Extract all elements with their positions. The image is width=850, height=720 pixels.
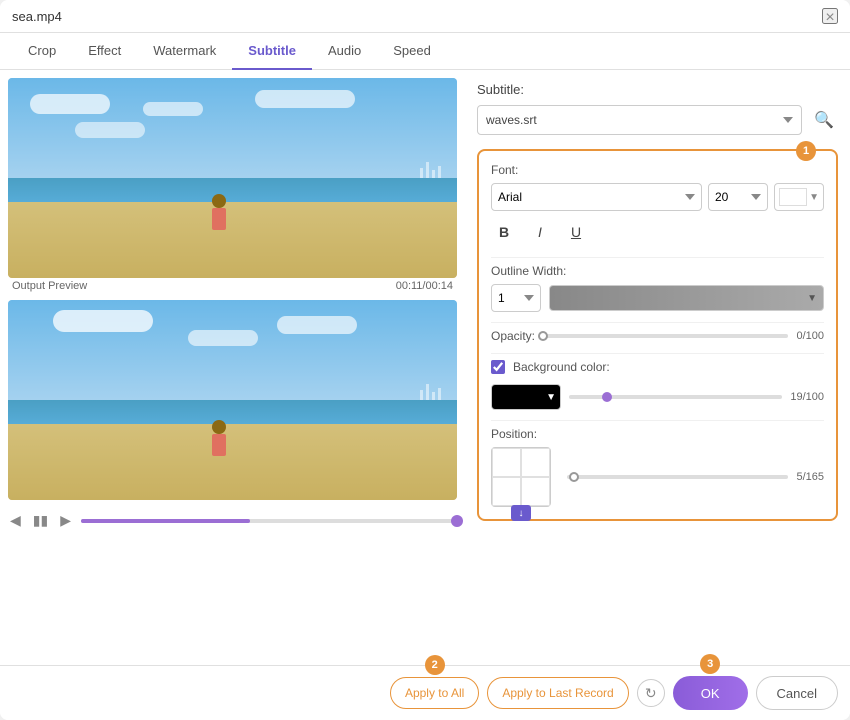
timeline-track[interactable]	[81, 519, 457, 523]
position-cell-br[interactable]	[521, 477, 550, 506]
video-preview-top: Output Preview 00:11/00:14	[8, 78, 457, 294]
settings-section: 1 Font: Arial 20 ▼	[477, 149, 838, 521]
tab-speed[interactable]: Speed	[377, 33, 447, 70]
output-preview-label: Output Preview	[12, 280, 87, 292]
underline-button[interactable]: U	[563, 219, 589, 245]
search-button[interactable]: 🔍	[810, 106, 838, 134]
outline-label: Outline Width:	[491, 264, 824, 278]
font-family-select[interactable]: Arial	[491, 183, 702, 211]
opacity-value: 0/100	[796, 330, 824, 342]
position-slider[interactable]	[567, 475, 788, 479]
tab-bar: Crop Effect Watermark Subtitle Audio Spe…	[0, 33, 850, 70]
timeline: ◀ ▮▮ ▶	[8, 506, 457, 535]
video-preview-bottom	[8, 300, 457, 500]
bg-opacity-slider[interactable]	[569, 395, 782, 399]
apply-to-last-record-button[interactable]: Apply to Last Record	[487, 677, 628, 709]
bottom-bar: 2 Apply to All Apply to Last Record ↻ 3 …	[0, 665, 850, 720]
outline-width-select[interactable]: 1	[491, 284, 541, 312]
refresh-button[interactable]: ↻	[637, 679, 665, 707]
bg-opacity-value: 19/100	[790, 391, 824, 403]
opacity-slider[interactable]	[543, 334, 788, 338]
tab-subtitle[interactable]: Subtitle	[232, 33, 312, 70]
position-cell-tr[interactable]	[521, 448, 550, 477]
font-label: Font:	[491, 163, 824, 177]
subtitle-file-select[interactable]: waves.srt	[477, 105, 802, 135]
badge-2: 2	[425, 655, 445, 675]
badge-1: 1	[796, 141, 816, 161]
font-color-picker[interactable]: ▼	[774, 183, 824, 211]
ok-button[interactable]: OK	[673, 676, 748, 710]
tab-crop[interactable]: Crop	[12, 33, 72, 70]
italic-button[interactable]: I	[527, 219, 553, 245]
next-button[interactable]: ▶	[58, 510, 73, 531]
position-value: 5/165	[796, 471, 824, 483]
cancel-button[interactable]: Cancel	[756, 676, 838, 710]
window-title: sea.mp4	[12, 9, 62, 24]
tab-audio[interactable]: Audio	[312, 33, 377, 70]
position-cell-bl[interactable]	[492, 477, 521, 506]
bg-color-label: Background color:	[513, 360, 610, 374]
right-panel: Subtitle: waves.srt 🔍 1 Font: Arial	[465, 70, 850, 665]
opacity-label: Opacity:	[491, 329, 535, 343]
prev-button[interactable]: ◀	[8, 510, 23, 531]
bg-color-picker[interactable]: ▼	[491, 384, 561, 410]
badge-3: 3	[700, 654, 720, 674]
outline-color-picker[interactable]: ▼	[549, 285, 824, 311]
position-cell-tl[interactable]	[492, 448, 521, 477]
subtitle-label: Subtitle:	[477, 82, 524, 97]
font-size-select[interactable]: 20	[708, 183, 768, 211]
tab-watermark[interactable]: Watermark	[137, 33, 232, 70]
bg-color-checkbox[interactable]	[491, 360, 505, 374]
pause-button[interactable]: ▮▮	[31, 510, 50, 531]
position-arrow[interactable]: ↓	[511, 505, 531, 521]
close-button[interactable]: ×	[822, 8, 838, 24]
tab-effect[interactable]: Effect	[72, 33, 137, 70]
bold-button[interactable]: B	[491, 219, 517, 245]
apply-to-all-button[interactable]: Apply to All	[390, 677, 479, 709]
position-grid[interactable]	[491, 447, 551, 507]
timecode: 00:11/00:14	[396, 280, 453, 292]
position-label: Position:	[491, 427, 824, 441]
subtitle-header: Subtitle:	[477, 82, 838, 97]
